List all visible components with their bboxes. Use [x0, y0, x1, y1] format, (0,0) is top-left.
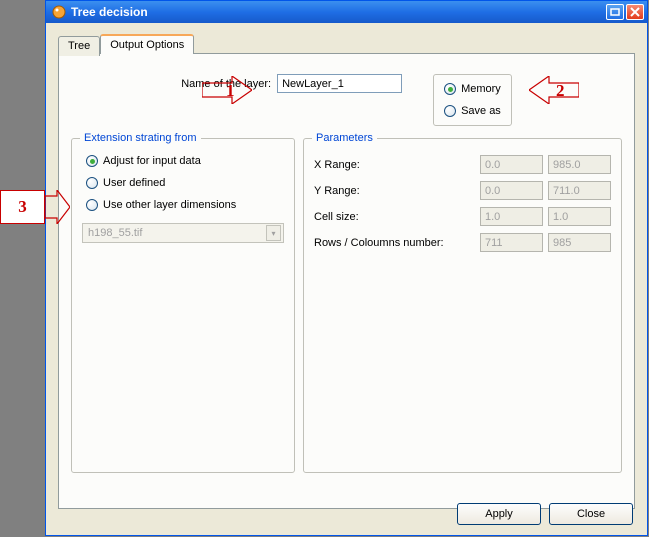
radio-saveas-label: Save as	[461, 105, 501, 117]
annotation-label-3: 3	[0, 190, 45, 224]
cellsize-y: 1.0	[548, 207, 611, 226]
storage-group: Memory Save as	[433, 74, 512, 126]
cellsize-label: Cell size:	[314, 211, 475, 223]
radio-saveas[interactable]: Save as	[444, 105, 501, 117]
close-window-button[interactable]	[626, 4, 644, 20]
layer-combo-value: h198_55.tif	[88, 227, 142, 239]
radio-memory[interactable]: Memory	[444, 83, 501, 95]
cellsize-x: 1.0	[480, 207, 543, 226]
radio-icon	[444, 83, 456, 95]
rowscols-label: Rows / Coloumns number:	[314, 237, 475, 249]
cols-value: 985	[548, 233, 611, 252]
radio-icon	[86, 177, 98, 189]
extent-legend: Extension strating from	[80, 132, 201, 144]
tree-decision-window: Tree decision Tree Output Options Name o…	[45, 0, 648, 536]
chevron-down-icon: ▾	[266, 225, 281, 241]
tab-output-options[interactable]: Output Options	[100, 34, 194, 54]
annotation-arrow-3	[45, 190, 70, 224]
radio-other-layer[interactable]: Use other layer dimensions	[86, 199, 284, 211]
columns: Extension strating from Adjust for input…	[71, 138, 622, 473]
app-icon	[52, 5, 66, 19]
yrange-max: 711.0	[548, 181, 611, 200]
annotation-arrow-2	[529, 76, 579, 104]
radio-adjust-label: Adjust for input data	[103, 155, 201, 167]
annotation-label-2: 2	[556, 81, 565, 101]
parameters-legend: Parameters	[312, 132, 377, 144]
radio-other-label: Use other layer dimensions	[103, 199, 236, 211]
xrange-max: 985.0	[548, 155, 611, 174]
apply-button[interactable]: Apply	[457, 503, 541, 525]
yrange-min: 0.0	[480, 181, 543, 200]
radio-icon	[86, 199, 98, 211]
radio-icon	[444, 105, 456, 117]
tab-tree[interactable]: Tree	[58, 36, 100, 56]
client-area: Tree Output Options Name of the layer: M…	[46, 23, 647, 535]
button-bar: Apply Close	[457, 503, 633, 525]
parameters-fieldset: Parameters X Range: 0.0 985.0 Y Range: 0…	[303, 138, 622, 473]
layer-name-input[interactable]	[277, 74, 402, 93]
radio-icon	[86, 155, 98, 167]
layer-combo: h198_55.tif ▾	[82, 223, 284, 243]
radio-user-label: User defined	[103, 177, 165, 189]
annotation-label-1: 1	[226, 81, 235, 101]
rows-value: 711	[480, 233, 543, 252]
output-options-panel: Name of the layer: Memory Save as Extens…	[58, 53, 635, 509]
radio-memory-label: Memory	[461, 83, 501, 95]
xrange-min: 0.0	[480, 155, 543, 174]
extent-fieldset: Extension strating from Adjust for input…	[71, 138, 295, 473]
minimize-button[interactable]	[606, 4, 624, 20]
close-button[interactable]: Close	[549, 503, 633, 525]
tabstrip: Tree Output Options	[58, 34, 635, 54]
radio-adjust[interactable]: Adjust for input data	[86, 155, 284, 167]
window-title: Tree decision	[71, 5, 604, 19]
xrange-label: X Range:	[314, 159, 475, 171]
titlebar[interactable]: Tree decision	[46, 1, 647, 23]
yrange-label: Y Range:	[314, 185, 475, 197]
radio-user-defined[interactable]: User defined	[86, 177, 284, 189]
